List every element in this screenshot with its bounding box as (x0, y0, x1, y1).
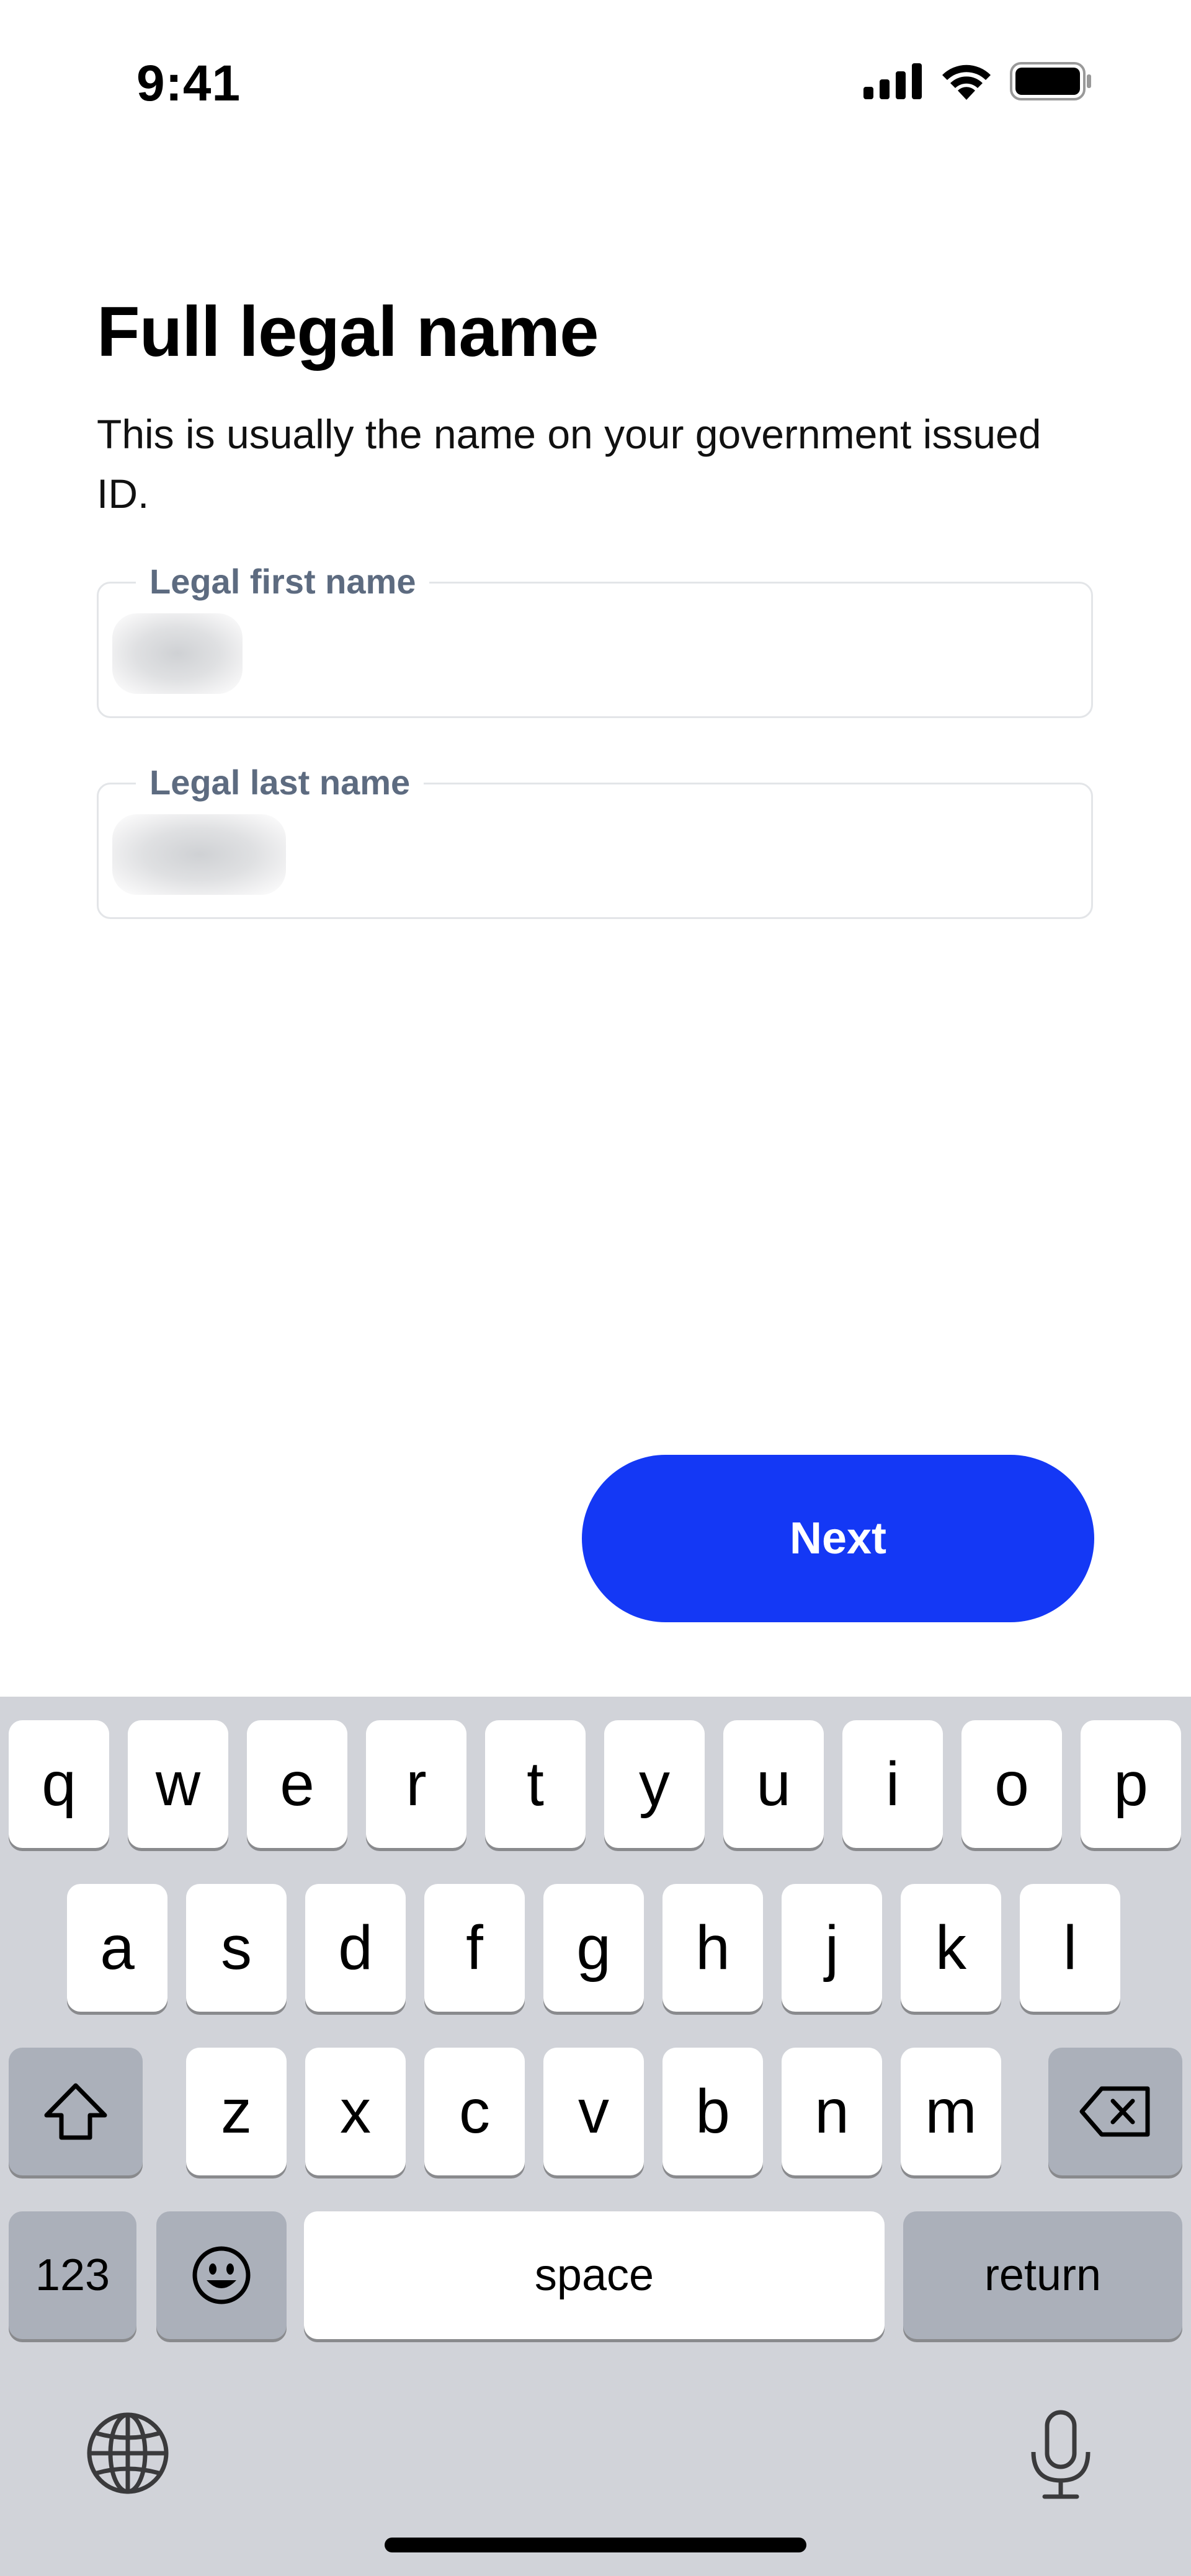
globe-icon (87, 2412, 169, 2494)
page-title: Full legal name (97, 293, 599, 371)
key-i[interactable]: i (842, 1720, 943, 1848)
signal-icon (863, 63, 922, 99)
space-key[interactable]: space (304, 2211, 885, 2339)
last-name-field[interactable]: Legal last name (97, 762, 1093, 919)
screen: 9:41 Full legal name This is usually the… (0, 0, 1191, 2576)
emoji-icon (192, 2246, 251, 2304)
keyboard: q w e r t y u i o p a s d f g h j k l z … (0, 1697, 1191, 2576)
key-h[interactable]: h (662, 1884, 763, 2012)
first-name-label: Legal first name (136, 561, 430, 602)
key-n[interactable]: n (782, 2048, 882, 2175)
emoji-key[interactable] (156, 2211, 287, 2339)
key-y[interactable]: y (604, 1720, 705, 1848)
key-t[interactable]: t (485, 1720, 586, 1848)
numbers-key[interactable]: 123 (9, 2211, 136, 2339)
last-name-input[interactable] (210, 828, 1069, 885)
first-name-field[interactable]: Legal first name (97, 561, 1093, 718)
key-o[interactable]: o (961, 1720, 1062, 1848)
key-e[interactable]: e (247, 1720, 347, 1848)
backspace-icon (1079, 2086, 1150, 2137)
key-m[interactable]: m (901, 2048, 1001, 2175)
first-name-input[interactable] (210, 627, 1069, 684)
key-c[interactable]: c (424, 2048, 525, 2175)
key-x[interactable]: x (305, 2048, 406, 2175)
wifi-icon (942, 64, 991, 100)
dictation-button[interactable] (1024, 2409, 1098, 2502)
key-p[interactable]: p (1081, 1720, 1181, 1848)
key-z[interactable]: z (186, 2048, 287, 2175)
key-f[interactable]: f (424, 1884, 525, 2012)
key-k[interactable]: k (901, 1884, 1001, 2012)
battery-icon (1010, 62, 1091, 100)
last-name-label: Legal last name (136, 762, 424, 802)
key-q[interactable]: q (9, 1720, 109, 1848)
key-w[interactable]: w (128, 1720, 228, 1848)
key-l[interactable]: l (1020, 1884, 1120, 2012)
key-s[interactable]: s (186, 1884, 287, 2012)
microphone-icon (1031, 2410, 1091, 2499)
globe-button[interactable] (84, 2410, 171, 2497)
backspace-key[interactable] (1048, 2048, 1182, 2175)
status-icons (863, 62, 1092, 100)
key-r[interactable]: r (366, 1720, 466, 1848)
key-v[interactable]: v (543, 2048, 644, 2175)
next-button[interactable]: Next (582, 1455, 1094, 1622)
status-time: 9:41 (136, 55, 241, 112)
key-u[interactable]: u (723, 1720, 824, 1848)
shift-icon (44, 2083, 107, 2140)
return-key[interactable]: return (903, 2211, 1182, 2339)
page-subtitle: This is usually the name on your governm… (97, 411, 1042, 517)
key-j[interactable]: j (782, 1884, 882, 2012)
shift-key[interactable] (9, 2048, 143, 2175)
key-a[interactable]: a (67, 1884, 167, 2012)
key-g[interactable]: g (543, 1884, 644, 2012)
home-indicator (385, 2538, 806, 2552)
key-b[interactable]: b (662, 2048, 763, 2175)
key-d[interactable]: d (305, 1884, 406, 2012)
